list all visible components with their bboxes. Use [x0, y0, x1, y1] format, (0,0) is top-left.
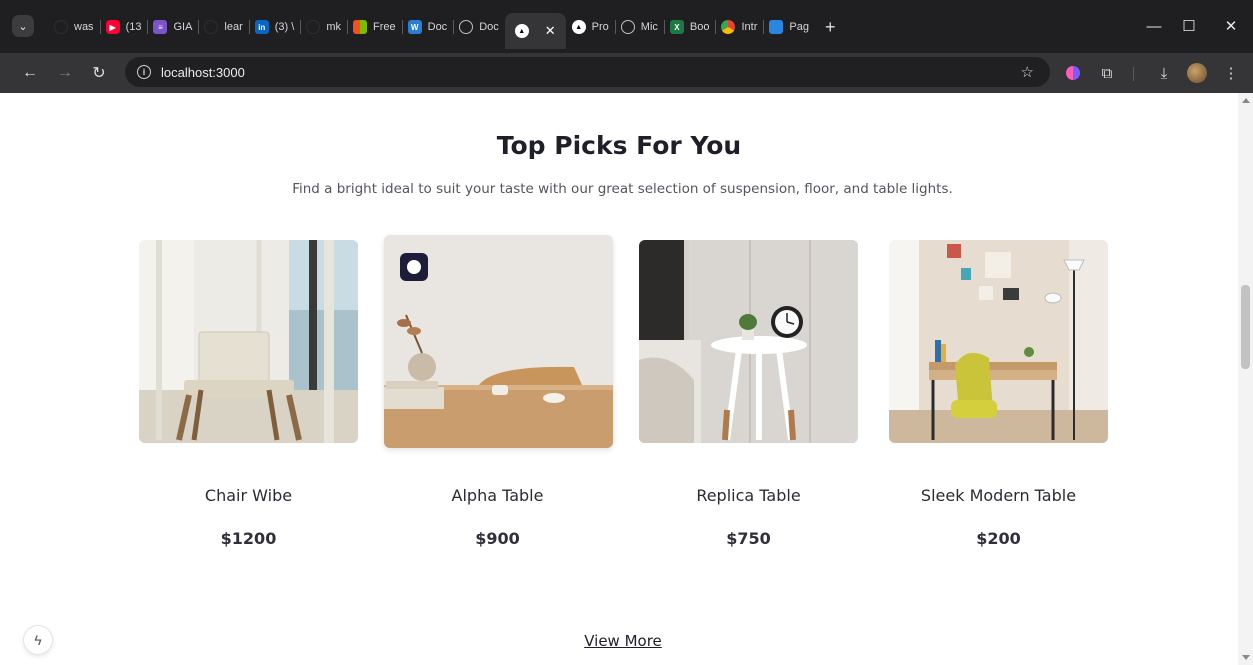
tab-title: was	[74, 21, 94, 33]
tab-title: (13	[125, 21, 142, 33]
tab-title: Pag	[789, 21, 809, 33]
microsoft-icon	[353, 20, 367, 34]
tab-title: GIA	[173, 21, 193, 33]
site-info-icon[interactable]: i	[137, 65, 151, 79]
tab-active[interactable]: ▲ ✕	[504, 13, 566, 49]
view-more-link[interactable]: View More	[0, 632, 1246, 650]
tab-7[interactable]: Free	[347, 13, 402, 41]
download-icon[interactable]: ⤓	[1153, 62, 1175, 84]
tab-title: Mic	[640, 21, 658, 33]
menu-kebab-icon[interactable]: ⋮	[1220, 62, 1242, 84]
bookmark-star-icon[interactable]: ☆	[1021, 63, 1034, 81]
brain-extension-icon[interactable]	[1062, 62, 1084, 84]
globe-icon	[620, 20, 635, 34]
product-image-table[interactable]	[384, 235, 613, 448]
tab-title: Boo	[689, 21, 710, 33]
product-price: $900	[475, 529, 520, 548]
tab-11[interactable]: ▲ Pro	[566, 13, 615, 41]
new-tab-button[interactable]: +	[825, 13, 836, 41]
tab-title: Free	[373, 21, 396, 33]
github-icon	[54, 20, 68, 34]
profile-avatar[interactable]	[1186, 62, 1208, 84]
tab-15[interactable]: Pag	[763, 13, 815, 41]
tab-title: Doc	[479, 21, 499, 33]
product-name[interactable]: Replica Table	[619, 486, 878, 505]
vercel-icon: ▲	[571, 20, 586, 34]
product-image-side-table[interactable]	[639, 240, 858, 443]
tab-title: Doc	[427, 21, 448, 33]
excel-icon: X	[669, 20, 684, 34]
gia-icon: ≡	[153, 20, 168, 34]
maximize-icon[interactable]: ☐	[1177, 14, 1201, 38]
close-tab-icon[interactable]: ✕	[545, 23, 556, 39]
scrollbar-thumb[interactable]	[1241, 285, 1250, 369]
tab-1[interactable]: was	[48, 13, 100, 41]
tab-12[interactable]: Mic	[614, 13, 664, 41]
youtube-icon: ▶	[105, 20, 120, 34]
linkedin-icon: in	[254, 20, 269, 34]
tab-title: Pro	[591, 21, 609, 33]
vercel-icon: ▲	[514, 24, 529, 38]
page-viewport: Top Picks For You Find a bright ideal to…	[0, 93, 1253, 665]
product-image-chair[interactable]	[139, 240, 358, 443]
browser-toolbar: ← → ↻ i localhost:3000 ☆ ⧉ ⤓ ⋮	[0, 53, 1253, 93]
scrollbar[interactable]	[1238, 93, 1253, 665]
tab-title: mk	[326, 21, 341, 33]
reload-icon[interactable]: ↻	[88, 62, 110, 84]
scroll-up-icon[interactable]	[1242, 98, 1250, 103]
globe-icon	[459, 20, 474, 34]
cloud-icon	[769, 20, 784, 34]
product-price: $750	[726, 529, 771, 548]
url-text[interactable]: localhost:3000	[161, 65, 245, 80]
product-name[interactable]: Alpha Table	[368, 486, 627, 505]
minimize-icon[interactable]: —	[1142, 14, 1166, 38]
tab-4[interactable]: lear	[198, 13, 248, 41]
forward-arrow-icon[interactable]: →	[54, 62, 76, 84]
tab-6[interactable]: mk	[300, 13, 347, 41]
toolbar-divider	[1133, 67, 1134, 81]
product-name[interactable]: Sleek Modern Table	[869, 486, 1128, 505]
product-name[interactable]: Chair Wibe	[119, 486, 378, 505]
browser-tab-bar: ⌄ was ▶ (13 ≡ GIA lear in (3) \ mk Free W Do…	[0, 0, 1253, 53]
tab-5[interactable]: in (3) \	[248, 13, 301, 41]
section-title: Top Picks For You	[496, 131, 742, 160]
scroll-down-icon[interactable]	[1242, 655, 1250, 660]
tab-title: Intr	[741, 21, 758, 33]
extensions-puzzle-icon[interactable]: ⧉	[1096, 62, 1118, 84]
github-icon	[204, 20, 219, 34]
tab-9[interactable]: Doc	[453, 13, 505, 41]
address-bar[interactable]: i localhost:3000 ☆	[125, 57, 1050, 87]
product-image-desk[interactable]	[889, 240, 1108, 443]
tab-2[interactable]: ▶ (13	[99, 13, 148, 41]
lightning-icon[interactable]: ϟ	[24, 626, 52, 654]
tab-title: lear	[224, 21, 243, 33]
github-icon	[306, 20, 321, 34]
brain-extension-badge-icon[interactable]	[400, 253, 428, 281]
close-window-icon[interactable]: ✕	[1219, 14, 1243, 38]
tab-search-button[interactable]: ⌄	[12, 15, 34, 37]
tab-13[interactable]: X Boo	[663, 13, 716, 41]
tab-8[interactable]: W Doc	[401, 13, 454, 41]
tab-14[interactable]: Intr	[715, 13, 763, 41]
product-price: $200	[976, 529, 1021, 548]
tab-title: (3) \	[274, 21, 295, 33]
chrome-icon	[721, 20, 736, 34]
tab-3[interactable]: ≡ GIA	[147, 13, 198, 41]
word-icon: W	[407, 20, 422, 34]
tab-strip: was ▶ (13 ≡ GIA lear in (3) \ mk Free W Doc …	[48, 13, 836, 49]
section-subtitle: Find a bright ideal to suit your taste w…	[292, 181, 953, 197]
back-arrow-icon[interactable]: ←	[19, 62, 41, 84]
product-price: $1200	[220, 529, 277, 548]
